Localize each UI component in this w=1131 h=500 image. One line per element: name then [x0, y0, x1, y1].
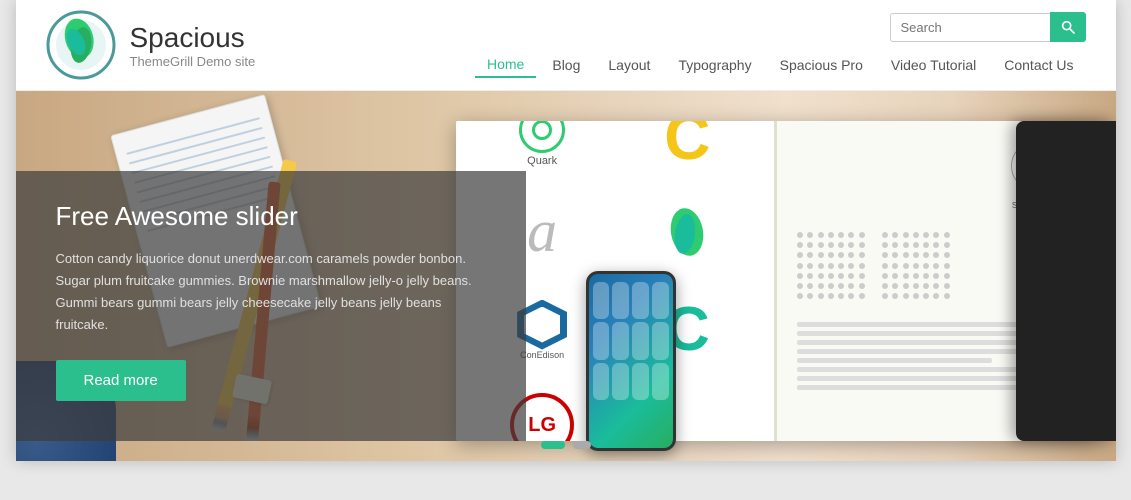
- con-edison-label: ConEdison: [520, 350, 564, 360]
- book-text-line: [797, 358, 992, 363]
- app-icon: [652, 282, 669, 319]
- book-text-line: [797, 340, 1034, 345]
- notebook-line: [131, 136, 265, 174]
- book-text-line: [797, 385, 1034, 390]
- notebook-line: [128, 127, 262, 165]
- slider-dot-2[interactable]: [573, 441, 591, 449]
- nav-item-layout[interactable]: Layout: [596, 53, 662, 77]
- app-icon: [632, 322, 649, 359]
- app-icon: [612, 322, 629, 359]
- site-logo-icon: [46, 10, 116, 80]
- slider-dots: [541, 441, 591, 449]
- logo-cell-c-yellow: C: [621, 121, 754, 177]
- nav-item-home[interactable]: Home: [475, 52, 536, 78]
- hero-title: Free Awesome slider: [56, 201, 486, 232]
- script-a: a: [527, 197, 557, 266]
- open-book: Quark C a: [456, 121, 1096, 441]
- read-more-button[interactable]: Read more: [56, 360, 186, 401]
- nav-item-blog[interactable]: Blog: [540, 53, 592, 77]
- app-icon: [593, 322, 610, 359]
- logo-area: Spacious ThemeGrill Demo site: [46, 10, 256, 80]
- slider-dot-1[interactable]: [541, 441, 565, 449]
- app-icon: [612, 282, 629, 319]
- page-wrapper: Spacious ThemeGrill Demo site Home Blog …: [16, 0, 1116, 461]
- dark-tablet: [1016, 121, 1116, 441]
- big-c-yellow: C: [664, 121, 710, 169]
- logo-cell-quark: Quark: [476, 121, 609, 177]
- app-icon: [652, 363, 669, 400]
- app-icon: [612, 363, 629, 400]
- phone: [586, 271, 676, 451]
- app-icon: [632, 282, 649, 319]
- nav-item-video-tutorial[interactable]: Video Tutorial: [879, 53, 988, 77]
- search-input[interactable]: [890, 13, 1050, 42]
- hero-description: Cotton candy liquorice donut unerdwear.c…: [56, 248, 486, 336]
- hero-slider: Quark C a: [16, 91, 1116, 461]
- dot-grid-2: [882, 232, 952, 302]
- hero-overlay: Free Awesome slider Cotton candy liquori…: [16, 171, 526, 441]
- app-icon: [632, 363, 649, 400]
- header-right: Home Blog Layout Typography Spacious Pro…: [475, 12, 1086, 78]
- nav-item-spacious-pro[interactable]: Spacious Pro: [768, 53, 875, 77]
- logo-cell-leaf: [621, 189, 754, 274]
- app-icon: [593, 363, 610, 400]
- nav-item-typography[interactable]: Typography: [666, 53, 763, 77]
- dot-grid-1: [797, 232, 867, 302]
- site-name: Spacious: [130, 21, 256, 55]
- quark-label: Quark: [527, 155, 557, 167]
- nav-item-contact-us[interactable]: Contact Us: [992, 53, 1085, 77]
- app-icon: [593, 282, 610, 319]
- search-bar: [890, 12, 1086, 42]
- site-tagline: ThemeGrill Demo site: [130, 54, 256, 69]
- search-button[interactable]: [1050, 12, 1086, 42]
- app-icon: [652, 322, 669, 359]
- site-name-group: Spacious ThemeGrill Demo site: [130, 21, 256, 70]
- site-nav: Home Blog Layout Typography Spacious Pro…: [475, 52, 1086, 78]
- notebook-line: [126, 117, 260, 155]
- phone-screen: [589, 274, 673, 448]
- search-icon: [1060, 19, 1076, 35]
- leaf-logo-icon: [663, 204, 711, 260]
- site-header: Spacious ThemeGrill Demo site Home Blog …: [16, 0, 1116, 91]
